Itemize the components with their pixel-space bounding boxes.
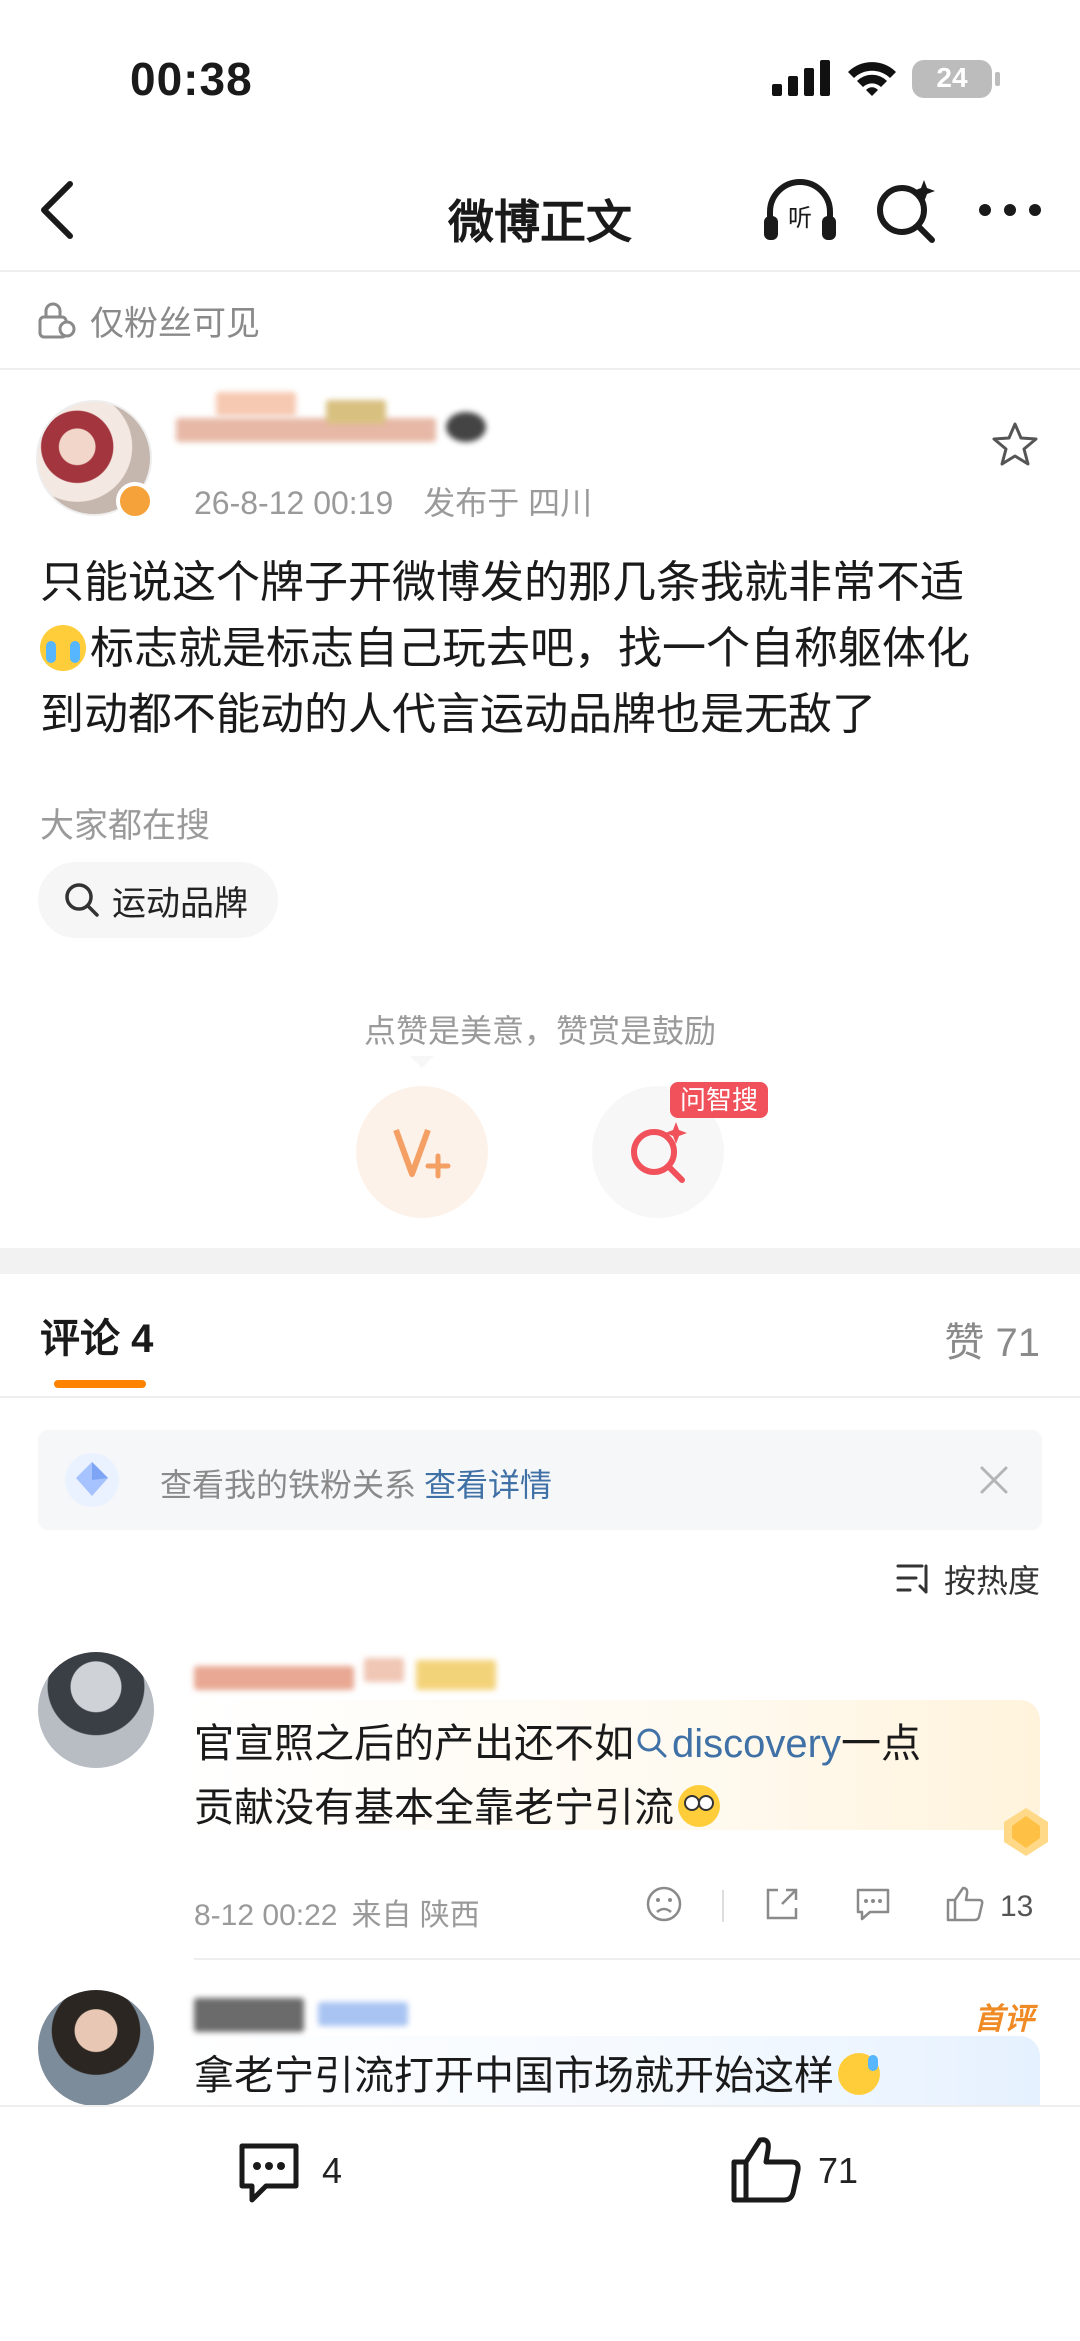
comment-time: 8-12 00:22 [194,1899,338,1932]
ask-search-badge: 问智搜 [670,1082,769,1118]
post-location: 发布于 四川 [423,485,593,521]
eye-roll-emoji-icon [678,1785,720,1827]
post-text-line: 只能说这个牌子开微博发的那几条我就非常不适 [40,558,964,607]
iron-fan-banner[interactable]: 查看我的铁粉关系 查看详情 [38,1430,1042,1530]
close-icon[interactable] [976,1462,1012,1498]
comment-text: 官宣照之后的产出还不如 discovery一点 贡献没有基本全靠老宁引流 [194,1722,921,1830]
trending-search-chip-label: 运动品牌 [112,884,248,923]
verified-badge-icon [116,482,154,520]
comment-text: 拿老宁引流打开中国市场就开始这样 [194,2044,1024,2108]
reward-button[interactable] [356,1086,488,1218]
post-timestamp: 26-8-12 00:19 [194,485,394,521]
reward-v-plus-icon [393,1128,451,1179]
comment-divider [194,1958,1080,1960]
signal-icon [772,60,830,96]
search-icon [637,1728,667,1758]
commenter-name-redacted[interactable] [194,1652,496,1702]
commenter-avatar[interactable] [38,1652,154,1768]
tab-likes[interactable]: 赞 71 [944,1310,1040,1368]
tab-comments[interactable]: 评论 4 [40,1306,153,1364]
fans-only-lock-icon [38,302,76,339]
bottom-like-count[interactable]: 71 [818,2150,858,2192]
nav-bar: 微博正文 听 [0,150,1080,270]
visibility-row: 仅粉丝可见 [34,296,260,344]
search-icon[interactable] [872,176,942,246]
commenter-name-redacted[interactable] [194,1988,494,2038]
bottom-comment-count[interactable]: 4 [322,2150,342,2192]
trending-search-chip[interactable]: 运动品牌 [38,862,278,938]
crying-emoji-icon [40,625,86,671]
sort-icon [896,1564,928,1594]
iron-fan-details-link[interactable]: 查看详情 [424,1467,552,1503]
like-icon[interactable] [944,1884,986,1924]
tab-comments-indicator [54,1380,146,1388]
favorite-star-icon[interactable] [990,420,1040,470]
fan-medal-icon [1004,1808,1048,1856]
share-icon[interactable] [762,1884,802,1924]
tabs-divider [0,1396,1080,1398]
svg-text:听: 听 [788,204,812,232]
author-avatar-wrap[interactable] [36,400,156,520]
comment-icon[interactable] [232,2136,306,2210]
commenter-avatar[interactable] [38,1990,154,2106]
reply-icon[interactable] [852,1884,894,1924]
author-name-redacted[interactable] [176,392,496,452]
nav-divider [0,270,1080,272]
post-text-line: 到动都不能动的人代言运动品牌也是无敌了 [40,690,876,739]
sweat-emoji-icon [838,2053,880,2095]
status-time: 00:38 [130,53,253,105]
battery-indicator: 24 [912,60,1000,98]
visibility-divider [0,368,1080,370]
ask-search-icon [631,1122,687,1183]
comment-meta: 8-12 00:22 来自 陕西 [194,1890,480,1934]
post-text: 只能说这个牌子开微博发的那几条我就非常不适 标志就是标志自己玩去吧，找一个自称躯… [40,550,1050,748]
search-icon [65,883,99,917]
listen-icon[interactable]: 听 [760,176,840,246]
trending-search-label: 大家都在搜 [40,807,210,845]
sort-by-hot[interactable]: 按热度 [896,1556,1040,1602]
comment-source: 来自 陕西 [351,1899,480,1932]
topic-link[interactable]: discovery [634,1722,841,1766]
post-meta: 26-8-12 00:19 发布于 四川 [194,478,592,524]
more-icon[interactable] [975,190,1045,230]
reward-caption: 点赞是美意，赞赏是鼓励 [363,1013,716,1049]
wifi-icon [848,62,896,96]
first-comment-badge: 首评 [974,2003,1034,2036]
post-text-line: 标志就是标志自己玩去吧，找一个自称躯体化 [40,616,1050,682]
caption-pointer [410,1056,434,1068]
section-separator [0,1248,1080,1274]
sort-label: 按热度 [943,1563,1040,1599]
action-divider [722,1890,724,1922]
iron-fan-text: 查看我的铁粉关系 [160,1467,417,1503]
visibility-label: 仅粉丝可见 [90,304,260,343]
bottom-action-bar [0,2105,1080,2341]
dislike-face-icon[interactable] [644,1884,684,1924]
like-icon[interactable] [728,2132,804,2208]
comment-like-count: 13 [1000,1890,1034,1923]
battery-level: 24 [936,62,968,93]
status-bar: 00:38 24 [0,0,1080,150]
diamond-icon [65,1453,119,1507]
